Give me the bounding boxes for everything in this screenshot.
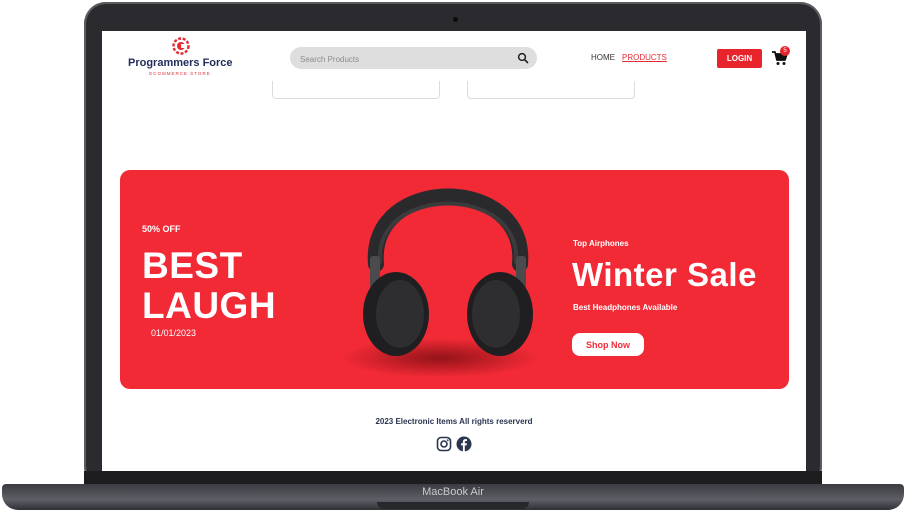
cart-count-badge: 5	[780, 46, 790, 56]
banner-subtitle: Best Headphones Available	[573, 303, 678, 312]
camera	[453, 17, 458, 22]
instagram-icon[interactable]	[436, 436, 452, 452]
shop-now-button[interactable]: Shop Now	[572, 333, 644, 356]
search-icon[interactable]	[517, 52, 529, 64]
product-card-stub	[467, 81, 635, 99]
nav-products-link[interactable]: PRODUCTS	[622, 53, 667, 62]
screen: Programmers Force ECOMMERCE STORE HOME P…	[102, 31, 806, 471]
search-bar	[290, 47, 537, 69]
banner-title: Winter Sale	[572, 256, 757, 293]
banner-headline: BEST LAUGH	[142, 246, 276, 326]
search-input[interactable]	[298, 50, 502, 68]
login-button[interactable]: LOGIN	[717, 49, 762, 68]
headline-line-2: LAUGH	[142, 285, 277, 326]
headphones-image	[363, 188, 533, 356]
footer-copyright: 2023 Electronic Items All rights reserve…	[375, 417, 533, 426]
laptop-notch	[377, 502, 529, 509]
discount-label: 50% OFF	[142, 224, 181, 234]
social-links	[436, 436, 476, 452]
logo-mark-icon	[172, 37, 190, 55]
banner-category: Top Airphones	[573, 239, 629, 248]
banner-date: 01/01/2023	[151, 328, 197, 338]
logo-tagline: ECOMMERCE STORE	[149, 71, 211, 76]
facebook-icon[interactable]	[456, 436, 472, 452]
device-label: MacBook Air	[422, 486, 484, 498]
logo[interactable]: Programmers Force ECOMMERCE STORE	[128, 37, 233, 77]
product-card-stub	[272, 81, 440, 99]
headline-line-1: BEST	[142, 245, 243, 286]
logo-name: Programmers Force	[128, 57, 233, 69]
nav-home-link[interactable]: HOME	[591, 53, 615, 62]
promo-banner: 50% OFF BEST LAUGH 01/01/2023 Top Airpho…	[120, 170, 789, 389]
